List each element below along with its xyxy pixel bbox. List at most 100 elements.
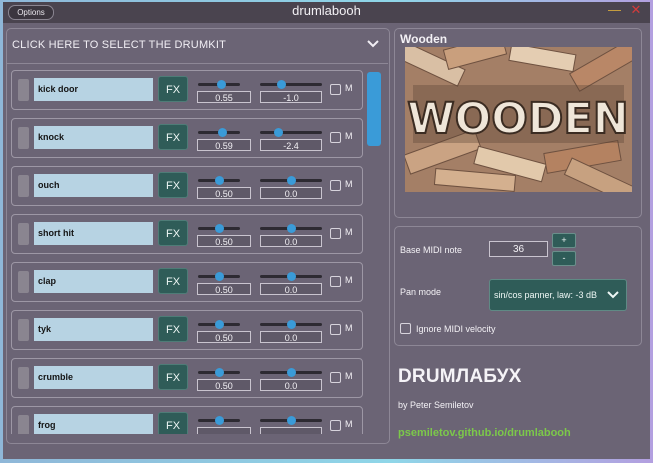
pan-slider-knob[interactable]	[274, 128, 284, 137]
drag-handle[interactable]	[18, 79, 29, 101]
gain-slider-knob[interactable]	[214, 272, 224, 281]
midi-note-increment-button[interactable]: +	[552, 233, 576, 248]
drag-handle[interactable]	[18, 223, 29, 245]
base-midi-note-field[interactable]: 36	[489, 241, 548, 257]
pan-value[interactable]: 0.0	[260, 235, 322, 247]
pan-value[interactable]	[260, 427, 322, 434]
pan-slider-knob[interactable]	[286, 272, 296, 281]
drum-name-field[interactable]: kick door	[34, 78, 153, 101]
midi-note-decrement-button[interactable]: -	[552, 251, 576, 266]
kit-name: Wooden	[400, 32, 448, 46]
project-link[interactable]: psemiletov.github.io/drumlabooh	[398, 427, 571, 439]
gain-value[interactable]: 0.50	[197, 379, 251, 391]
mute-checkbox[interactable]	[330, 420, 341, 431]
gain-slider-knob[interactable]	[214, 416, 224, 425]
mute-label: M	[345, 371, 353, 381]
drum-name-field[interactable]: crumble	[34, 366, 153, 389]
panel-divider	[6, 63, 388, 64]
fx-button[interactable]: FX	[158, 412, 188, 434]
drum-pad-row: crumble FX 0.50 0.0 M	[11, 358, 363, 398]
pan-mode-value: sin/cos panner, law: -3 dB	[494, 290, 598, 300]
gain-slider-knob[interactable]	[216, 80, 226, 89]
pan-slider[interactable]	[260, 83, 322, 86]
gain-value[interactable]: 0.55	[197, 91, 251, 103]
pan-slider[interactable]	[260, 131, 322, 134]
mute-checkbox[interactable]	[330, 84, 341, 95]
gain-slider-knob[interactable]	[214, 320, 224, 329]
mute-label: M	[345, 275, 353, 285]
drag-handle[interactable]	[18, 127, 29, 149]
fx-button[interactable]: FX	[158, 364, 188, 390]
brand-name: DRUMЛАБУХ	[398, 366, 522, 387]
pan-value[interactable]: 0.0	[260, 283, 322, 295]
pan-slider-knob[interactable]	[277, 80, 287, 89]
minimize-icon[interactable]: —	[608, 2, 621, 18]
kit-image: WOODEN	[405, 47, 632, 192]
pan-value[interactable]: 0.0	[260, 331, 322, 343]
gain-slider-knob[interactable]	[214, 224, 224, 233]
fx-button[interactable]: FX	[158, 316, 188, 342]
pan-slider-knob[interactable]	[286, 320, 296, 329]
close-icon[interactable]: ✕	[630, 2, 642, 18]
pan-value[interactable]: -2.4	[260, 139, 322, 151]
fx-button[interactable]: FX	[158, 268, 188, 294]
drum-pad-row: short hit FX 0.50 0.0 M	[11, 214, 363, 254]
mute-label: M	[345, 83, 353, 93]
pan-slider-knob[interactable]	[286, 176, 296, 185]
gain-value[interactable]: 0.50	[197, 235, 251, 247]
drag-handle[interactable]	[18, 175, 29, 197]
drum-pad-row: kick door FX 0.55 -1.0 M	[11, 70, 363, 110]
drum-pad-row: frog FX M	[11, 406, 363, 434]
drag-handle[interactable]	[18, 415, 29, 434]
kit-image-text: WOODEN	[407, 94, 629, 144]
drum-name-field[interactable]: short hit	[34, 222, 153, 245]
drum-name-field[interactable]: knock	[34, 126, 153, 149]
pan-value[interactable]: -1.0	[260, 91, 322, 103]
drag-handle[interactable]	[18, 271, 29, 293]
gain-value[interactable]: 0.59	[197, 139, 251, 151]
mute-checkbox[interactable]	[330, 276, 341, 287]
mute-label: M	[345, 323, 353, 333]
gain-slider-knob[interactable]	[214, 176, 224, 185]
drum-name-field[interactable]: frog	[34, 414, 153, 434]
fx-button[interactable]: FX	[158, 76, 188, 102]
drum-name-field[interactable]: tyk	[34, 318, 153, 341]
base-midi-note-label: Base MIDI note	[400, 245, 463, 255]
drum-list-scrollbar[interactable]	[367, 72, 381, 146]
drum-pad-row: clap FX 0.50 0.0 M	[11, 262, 363, 302]
drag-handle[interactable]	[18, 319, 29, 341]
mute-checkbox[interactable]	[330, 372, 341, 383]
ignore-velocity-label: Ignore MIDI velocity	[416, 324, 496, 334]
pan-mode-label: Pan mode	[400, 287, 442, 297]
fx-button[interactable]: FX	[158, 220, 188, 246]
drum-name-field[interactable]: clap	[34, 270, 153, 293]
pan-slider-knob[interactable]	[286, 416, 296, 425]
drum-pad-row: knock FX 0.59 -2.4 M	[11, 118, 363, 158]
mute-label: M	[345, 179, 353, 189]
gain-value[interactable]	[197, 427, 251, 434]
pan-slider-knob[interactable]	[286, 224, 296, 233]
gain-value[interactable]: 0.50	[197, 187, 251, 199]
gain-slider-knob[interactable]	[214, 368, 224, 377]
gain-value[interactable]: 0.50	[197, 331, 251, 343]
gain-value[interactable]: 0.50	[197, 283, 251, 295]
pan-value[interactable]: 0.0	[260, 187, 322, 199]
fx-button[interactable]: FX	[158, 124, 188, 150]
mute-checkbox[interactable]	[330, 132, 341, 143]
pan-slider-knob[interactable]	[286, 368, 296, 377]
chevron-down-icon	[607, 291, 619, 299]
drum-name-field[interactable]: ouch	[34, 174, 153, 197]
gain-slider-knob[interactable]	[218, 128, 228, 137]
mute-checkbox[interactable]	[330, 180, 341, 191]
ignore-velocity-checkbox[interactable]	[400, 323, 411, 334]
mute-label: M	[345, 227, 353, 237]
mute-checkbox[interactable]	[330, 324, 341, 335]
author-credit: by Peter Semiletov	[398, 400, 474, 410]
chevron-down-icon[interactable]	[366, 38, 380, 50]
mute-checkbox[interactable]	[330, 228, 341, 239]
drum-pad-row: tyk FX 0.50 0.0 M	[11, 310, 363, 350]
drag-handle[interactable]	[18, 367, 29, 389]
pan-value[interactable]: 0.0	[260, 379, 322, 391]
drumkit-selector-label: CLICK HERE TO SELECT THE DRUMKIT	[12, 39, 227, 51]
fx-button[interactable]: FX	[158, 172, 188, 198]
